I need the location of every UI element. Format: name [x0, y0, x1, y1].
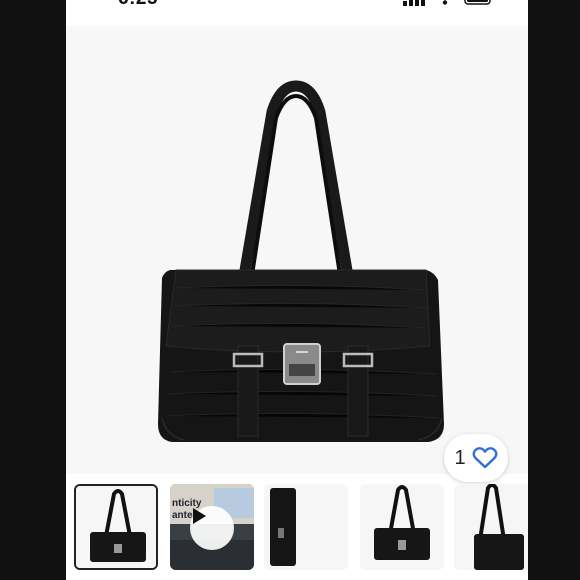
product-main-image[interactable]: 1	[66, 26, 528, 482]
thumbnail-1[interactable]	[74, 484, 158, 570]
black-shoulder-bag-photo	[158, 80, 444, 442]
like-count: 1	[454, 446, 466, 469]
thumbnail-4[interactable]	[360, 484, 444, 570]
thumbnail-5[interactable]	[454, 484, 528, 570]
bag-side-thumbnail-image	[264, 484, 348, 570]
bag-front-thumbnail-image	[360, 484, 444, 570]
right-background	[528, 0, 580, 580]
bag-angle-thumbnail-image	[454, 484, 528, 570]
play-icon	[193, 508, 206, 524]
left-background	[0, 0, 66, 580]
phone-screen: 6:25	[66, 0, 528, 580]
wifi-icon	[442, 0, 448, 5]
play-button[interactable]	[190, 506, 234, 550]
heart-outline-icon	[472, 447, 497, 469]
status-bar: 6:25	[66, 0, 528, 14]
cellular-signal-icon	[403, 0, 425, 6]
like-button[interactable]: 1	[444, 434, 508, 482]
thumbnail-strip: nticity antee	[66, 484, 528, 574]
bag-thumbnail-image	[76, 486, 156, 568]
thumbnail-3[interactable]	[264, 484, 348, 570]
thumbnail-2-video[interactable]: nticity antee	[170, 484, 254, 570]
battery-icon	[464, 0, 491, 5]
status-time: 6:25	[118, 0, 158, 10]
